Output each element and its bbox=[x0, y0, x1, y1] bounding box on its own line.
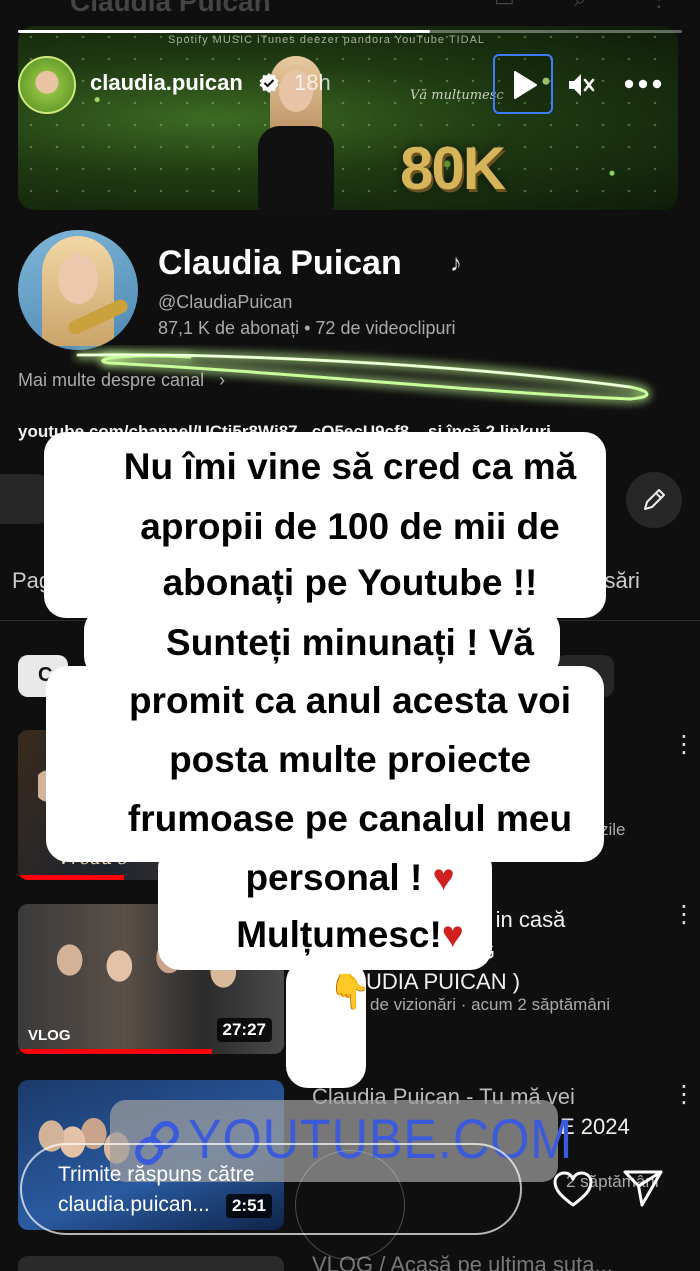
verified-badge-icon bbox=[259, 73, 279, 93]
banner-figure-dress bbox=[258, 126, 334, 210]
banner-platforms: Spotify MUSIC iTunes deezer pandora YouT… bbox=[168, 34, 486, 46]
caption-line: promit ca anul acesta voi bbox=[128, 680, 572, 721]
story-screen: Claudia Puican ▭ ⌕ ⋮ Spotify MUSIC iTune… bbox=[0, 0, 700, 1271]
caption-line: abonați pe Youtube !! bbox=[162, 562, 538, 603]
search-icon: ⌕ bbox=[574, 0, 600, 11]
banner-big-number: 80K bbox=[400, 135, 506, 202]
caption-line: Nu îmi vine să cred ca mă bbox=[123, 446, 577, 487]
story-time: 18h bbox=[294, 70, 331, 95]
play-button[interactable] bbox=[493, 54, 553, 114]
pointing-down-emoji: 👇 bbox=[328, 973, 372, 1011]
channel-banner: Spotify MUSIC iTunes deezer pandora YouT… bbox=[18, 26, 678, 210]
caption-line-heart: Mulțumesc!♥ bbox=[236, 914, 464, 955]
youtube-top-title: Claudia Puican bbox=[70, 0, 271, 17]
channel-name: Claudia Puican bbox=[158, 244, 402, 282]
reply-placeholder-line2: claudia.puican... bbox=[58, 1193, 210, 1216]
story-username[interactable]: claudia.puican bbox=[90, 70, 243, 96]
banner-script-text: Vă mulțumesc bbox=[410, 88, 504, 103]
banner-sparkles bbox=[18, 26, 678, 210]
watch-progress-bar bbox=[18, 1049, 213, 1054]
story-progress-track bbox=[18, 30, 682, 33]
mute-icon[interactable] bbox=[566, 70, 596, 100]
reply-placeholder-line1: Trimite răspuns către bbox=[58, 1163, 255, 1186]
vlog-tag: VLOG bbox=[28, 1027, 71, 1044]
play-icon bbox=[514, 71, 537, 99]
cast-icon: ▭ bbox=[494, 0, 520, 11]
heart-icon[interactable] bbox=[552, 1170, 594, 1208]
highlight-glow-stroke bbox=[76, 353, 649, 401]
send-icon[interactable] bbox=[622, 1168, 664, 1208]
video-menu-icon[interactable]: ⋮ bbox=[672, 1083, 696, 1107]
caption-line: Sunteți minunați ! Vă bbox=[166, 622, 534, 663]
caption-line: apropii de 100 de mii de bbox=[140, 506, 560, 547]
channel-handle: @ClaudiaPuican bbox=[158, 292, 293, 312]
avatar-face bbox=[58, 254, 98, 304]
story-progress-fill bbox=[18, 30, 430, 33]
video-duration: 27:27 bbox=[216, 1018, 272, 1042]
channel-stats: 87,1 K de abonați • 72 de videoclipuri bbox=[158, 318, 456, 338]
caption-line-heart: personal ! ♥ bbox=[245, 857, 455, 898]
channel-avatar bbox=[18, 230, 138, 350]
video-thumbnail[interactable] bbox=[18, 1256, 284, 1271]
music-note-icon: ♪ bbox=[450, 250, 462, 277]
caption-line: posta multe proiecte bbox=[169, 739, 531, 780]
caption-line: frumoase pe canalul meu bbox=[127, 798, 573, 839]
story-avatar[interactable] bbox=[18, 56, 76, 114]
more-icon: ⋮ bbox=[648, 0, 674, 11]
youtube-top-bar: Claudia Puican ▭ ⌕ ⋮ bbox=[0, 0, 700, 17]
reply-placeholder: Trimite răspuns către claudia.puican... bbox=[58, 1160, 254, 1220]
more-options-icon[interactable] bbox=[624, 76, 662, 92]
